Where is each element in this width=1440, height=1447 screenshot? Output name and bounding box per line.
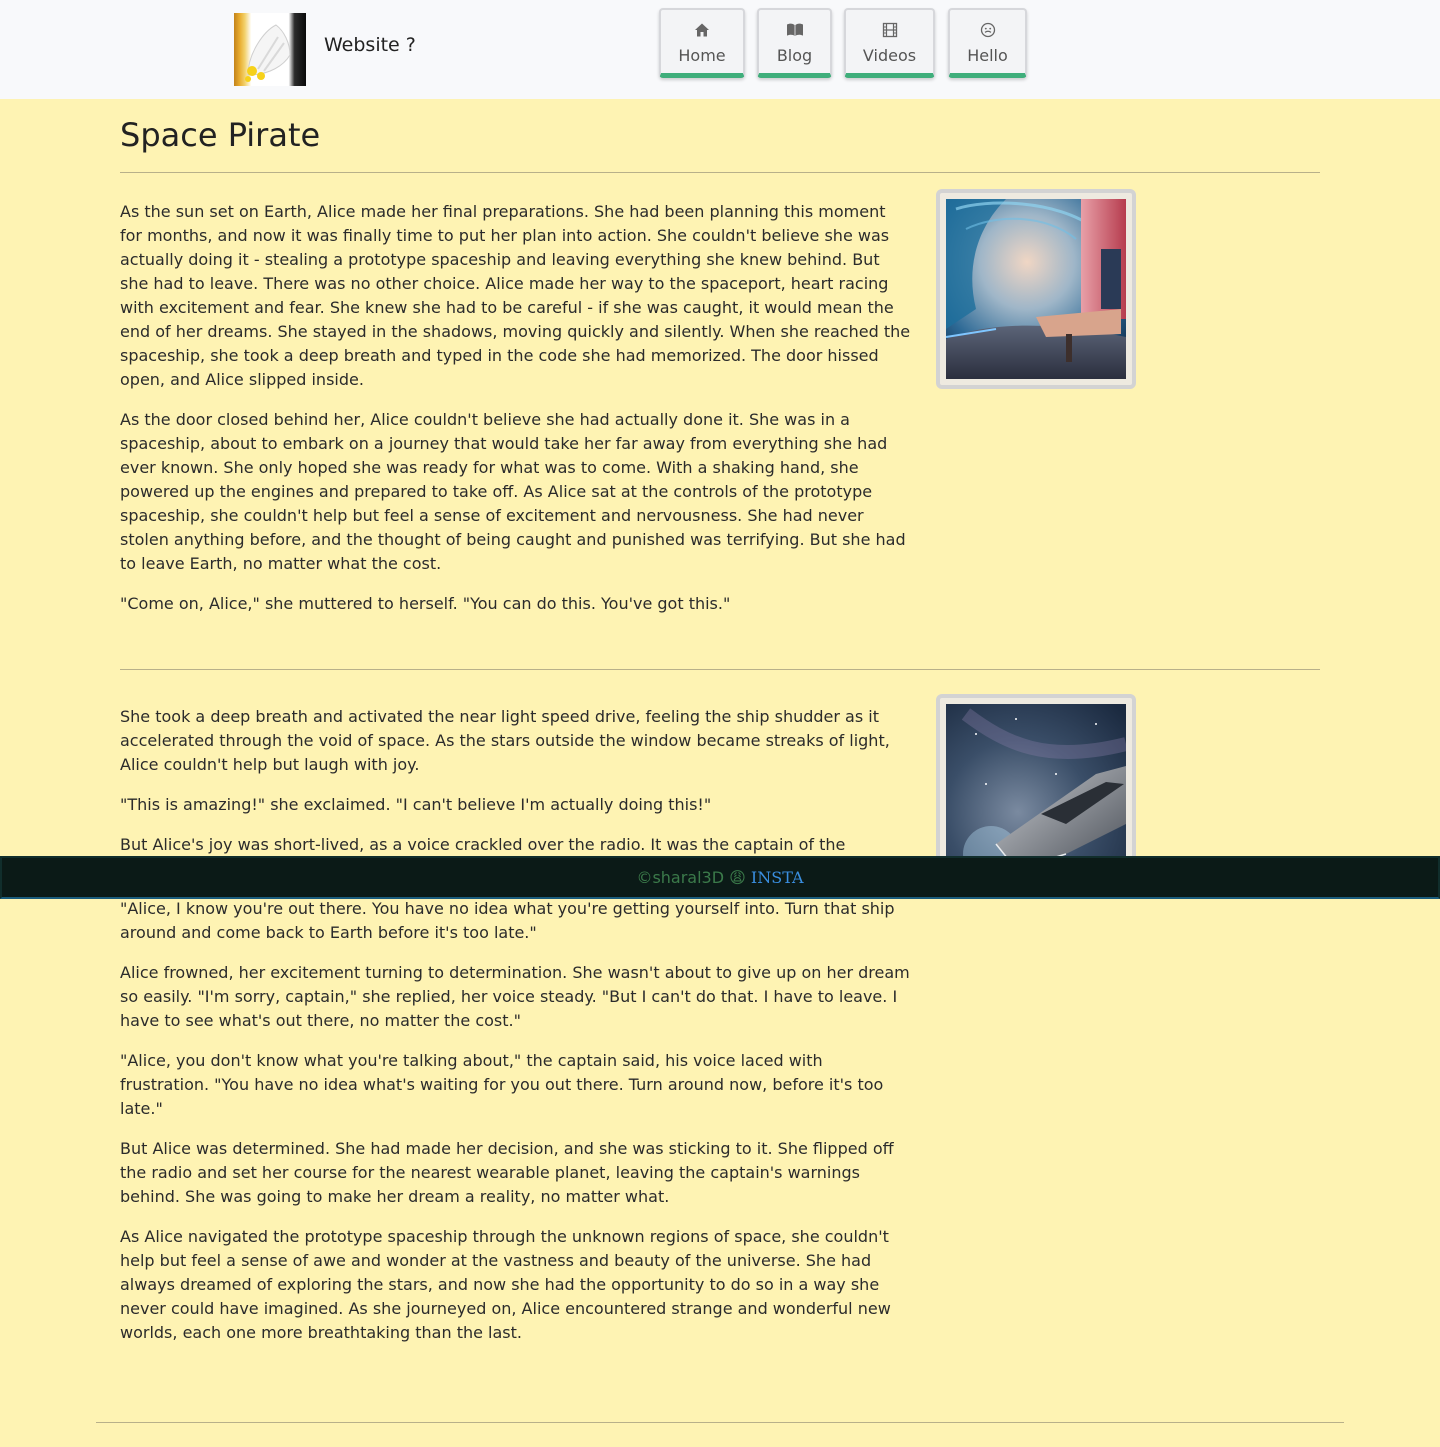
nav-home-label: Home	[678, 46, 726, 65]
page-title: Space Pirate	[120, 116, 321, 154]
story-paragraph: As the door closed behind her, Alice cou…	[120, 410, 906, 573]
divider	[96, 1422, 1344, 1423]
footer-bar: ©sharal3D 😩 INSTA	[0, 856, 1440, 899]
story-paragraph: But Alice's joy was short-lived, as a vo…	[120, 835, 846, 854]
story-section-1: As the sun set on Earth, Alice made her …	[120, 200, 912, 632]
story-paragraph: "Alice, I know you're out there. You hav…	[120, 899, 895, 942]
nav-hello-label: Hello	[967, 46, 1008, 65]
site-brand[interactable]: Website ?	[324, 34, 416, 56]
story-paragraph: But Alice was determined. She had made h…	[120, 1139, 894, 1206]
story-paragraph: She took a deep breath and activated the…	[120, 707, 890, 774]
footer-insta-link[interactable]: INSTA	[751, 868, 804, 887]
footer-copyright: ©sharal3D 😩	[636, 868, 746, 887]
nav-videos-label: Videos	[862, 46, 917, 65]
nav-blog-button[interactable]: Blog	[757, 8, 832, 78]
nav-hello-button[interactable]: Hello	[948, 8, 1027, 78]
story-paragraph: As Alice navigated the prototype spacesh…	[120, 1227, 891, 1342]
story-paragraph: "This is amazing!" she exclaimed. "I can…	[120, 795, 712, 814]
navbar: Website ? Home Blog Videos Hello	[0, 0, 1440, 99]
home-icon	[661, 22, 743, 38]
nav-home-button[interactable]: Home	[659, 8, 745, 78]
film-icon	[846, 22, 933, 38]
divider	[120, 669, 1320, 670]
story-paragraph: "Alice, you don't know what you're talki…	[120, 1051, 884, 1118]
story-section-2: She took a deep breath and activated the…	[120, 705, 912, 1361]
divider	[120, 172, 1320, 173]
story-paragraph: As the sun set on Earth, Alice made her …	[120, 202, 911, 389]
spaceship-interior-image	[936, 189, 1136, 389]
story-paragraph: Alice frowned, her excitement turning to…	[120, 963, 910, 1030]
nav-blog-label: Blog	[776, 46, 813, 65]
book-icon	[759, 22, 830, 38]
story-paragraph: "Come on, Alice," she muttered to hersel…	[120, 594, 731, 613]
nav-videos-button[interactable]: Videos	[844, 8, 935, 78]
smile-icon	[950, 22, 1025, 38]
site-logo[interactable]	[234, 13, 306, 86]
